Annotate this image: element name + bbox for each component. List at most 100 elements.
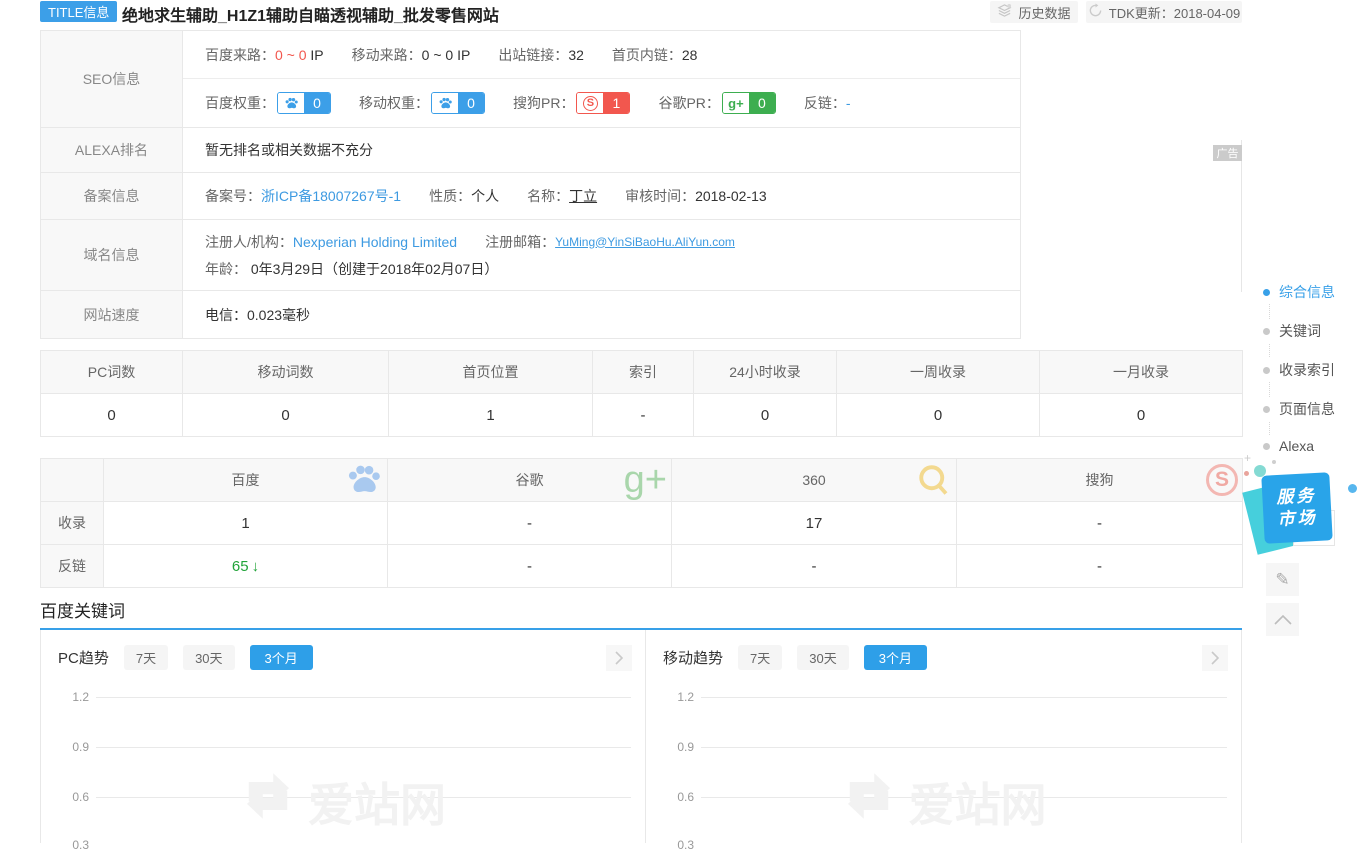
pc-trend-panel: PC趋势 7天 30天 3个月 1.2 0.9 0.6 0.3 爱站网 <box>41 630 646 843</box>
include-360: 17 <box>672 502 957 545</box>
backlink-row-label: 反链 <box>41 545 104 588</box>
baidu-weight: 百度权重： 0 <box>205 92 331 114</box>
stats-header: 首页位置 <box>389 351 593 394</box>
domain-email: 注册邮箱： YuMing@YinSiBaoHu.AliYun.com <box>485 232 735 252</box>
nav-dot-icon <box>1263 328 1270 335</box>
deco-dot <box>1272 460 1276 464</box>
stats-header: 一月收录 <box>1040 351 1243 394</box>
sogou-pr-badge[interactable]: S 1 <box>576 92 630 114</box>
trend-charts-container: PC趋势 7天 30天 3个月 1.2 0.9 0.6 0.3 爱站网 移动趋势… <box>40 630 1242 843</box>
engine-header-row: 百度 谷歌 g+ 360 搜狗 S <box>41 459 1243 502</box>
google-plus-icon: g+ <box>624 462 667 498</box>
backlink-baidu: 65↓ <box>104 545 388 588</box>
baidu-weight-badge[interactable]: 0 <box>277 92 331 114</box>
icp-row: 备案信息 备案号： 浙ICP备18007267号-1 性质： 个人 名称： 丁立… <box>41 173 1020 220</box>
mobile-weight-badge[interactable]: 0 <box>431 92 485 114</box>
icp-name-link[interactable]: 丁立 <box>569 186 597 206</box>
include-row-label: 收录 <box>41 502 104 545</box>
icp-audit-time: 审核时间： 2018-02-13 <box>625 186 767 206</box>
stats-value-row: 0 0 1 - 0 0 0 <box>41 394 1243 437</box>
speed-label: 网站速度 <box>41 291 183 338</box>
mobile-tab-3m[interactable]: 3个月 <box>864 645 927 670</box>
sidebar-item-index[interactable]: 收录索引 <box>1263 358 1335 382</box>
stats-value: 0 <box>1040 394 1243 437</box>
sidebar-item-overview[interactable]: 综合信息 <box>1263 280 1335 304</box>
chevron-right-icon[interactable] <box>1202 645 1228 671</box>
gridline <box>701 747 1227 748</box>
google-plus-icon: g+ <box>723 93 749 113</box>
service-market-badge[interactable]: 服务 市场 <box>1247 468 1343 562</box>
stats-value: 0 <box>694 394 837 437</box>
y-tick: 0.6 <box>57 790 89 804</box>
speed-text: 电信：0.023毫秒 <box>205 305 310 325</box>
stats-header: 24小时收录 <box>694 351 837 394</box>
mobile-visits: 移动来路： 0 ~ 0 IP <box>352 45 471 65</box>
sidebar-item-pageinfo[interactable]: 页面信息 <box>1263 397 1335 421</box>
tdk-update-label: TDK更新：2018-04-09 <box>1109 3 1241 22</box>
ad-tag: 广告 <box>1213 145 1242 161</box>
pc-tab-7d[interactable]: 7天 <box>124 645 168 670</box>
history-data-button[interactable]: 历史数据 <box>990 1 1078 23</box>
y-tick: 1.2 <box>57 690 89 704</box>
domain-age: 年龄： 0年3月29日（创建于2018年02月07日） <box>205 259 498 279</box>
edit-pencil-button[interactable]: ✎ <box>1266 563 1299 596</box>
registrant-link[interactable]: Nexperian Holding Limited <box>293 234 457 250</box>
sidebar-item-alexa[interactable]: Alexa <box>1263 436 1314 456</box>
site-info-table: SEO信息 百度来路： 0 ~ 0 IP 移动来路： 0 ~ 0 IP 出站链接… <box>40 30 1021 339</box>
google-pr-badge[interactable]: g+ 0 <box>722 92 776 114</box>
icp-label: 备案信息 <box>41 173 183 219</box>
chevron-right-icon[interactable] <box>606 645 632 671</box>
aizhan-logo-icon <box>841 768 897 835</box>
backlink-google: - <box>388 545 672 588</box>
sogou-s-icon: S <box>577 93 603 113</box>
backlink-360: - <box>672 545 957 588</box>
ad-area-border <box>1241 140 1242 292</box>
stats-value: 0 <box>837 394 1040 437</box>
sidebar-item-keywords[interactable]: 关键词 <box>1263 319 1321 343</box>
engine-header-sogou: 搜狗 S <box>957 459 1243 502</box>
pc-tab-30d[interactable]: 30天 <box>183 645 234 670</box>
icp-number-link[interactable]: 浙ICP备18007267号-1 <box>261 186 401 206</box>
back-to-top-button[interactable] <box>1266 603 1299 636</box>
layers-icon <box>997 3 1012 21</box>
title-info-badge: TITLE信息 <box>40 1 117 22</box>
chevron-up-icon <box>1274 612 1292 628</box>
seo-traffic-row: 百度来路： 0 ~ 0 IP 移动来路： 0 ~ 0 IP 出站链接： 32 首… <box>183 31 1020 79</box>
keyword-stats-table: PC词数 移动词数 首页位置 索引 24小时收录 一周收录 一月收录 0 0 1… <box>40 350 1243 437</box>
y-tick: 0.9 <box>57 740 89 754</box>
y-tick: 0.6 <box>662 790 694 804</box>
y-tick: 0.3 <box>57 838 89 852</box>
y-tick: 0.3 <box>662 838 694 852</box>
refresh-icon <box>1088 3 1103 21</box>
domain-row: 域名信息 注册人/机构： Nexperian Holding Limited 注… <box>41 220 1020 291</box>
tdk-update-button[interactable]: TDK更新：2018-04-09 <box>1086 1 1242 23</box>
alexa-label: ALEXA排名 <box>41 128 183 172</box>
aizhan-logo-icon <box>240 768 296 835</box>
stats-header: PC词数 <box>41 351 183 394</box>
icp-number: 备案号： 浙ICP备18007267号-1 <box>205 186 401 206</box>
gridline <box>96 747 631 748</box>
email-link[interactable]: YuMing@YinSiBaoHu.AliYun.com <box>555 235 735 249</box>
engine-index-table: 百度 谷歌 g+ 360 搜狗 S 收录 1 - 17 - 反链 65↓ <box>40 458 1243 588</box>
engine-header-360: 360 <box>672 459 957 502</box>
stats-value: 0 <box>183 394 389 437</box>
y-tick: 1.2 <box>662 690 694 704</box>
pc-tab-3m[interactable]: 3个月 <box>250 645 313 670</box>
mobile-tab-7d[interactable]: 7天 <box>738 645 782 670</box>
service-market-button[interactable]: 服务 市场 <box>1261 472 1332 543</box>
aizhan-watermark: 爱站网 <box>841 768 1047 835</box>
deco-plus-icon: + <box>1244 452 1251 464</box>
stats-value: 1 <box>389 394 593 437</box>
sogou-pr: 搜狗PR： S 1 <box>513 92 630 114</box>
domain-registrant: 注册人/机构： Nexperian Holding Limited <box>205 232 457 252</box>
homepage-inlinks: 首页内链： 28 <box>612 45 698 65</box>
deco-dot <box>1348 484 1357 493</box>
outbound-links: 出站链接： 32 <box>498 45 584 65</box>
engine-backlink-row: 反链 65↓ - - - <box>41 545 1243 588</box>
seo-info-label: SEO信息 <box>41 31 183 127</box>
history-data-label: 历史数据 <box>1018 3 1070 22</box>
mobile-paw-icon <box>432 93 458 113</box>
engine-header-baidu: 百度 <box>104 459 388 502</box>
engine-header-google: 谷歌 g+ <box>388 459 672 502</box>
mobile-tab-30d[interactable]: 30天 <box>797 645 848 670</box>
